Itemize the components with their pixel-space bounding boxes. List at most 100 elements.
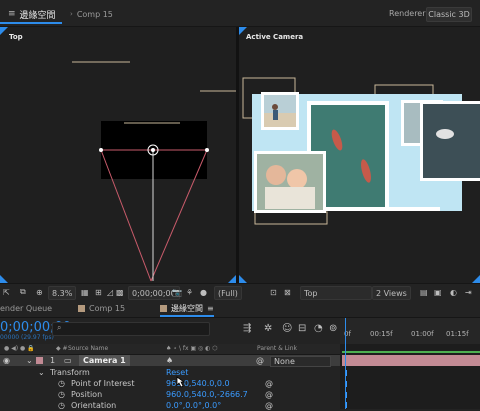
property-label: Point of Interest (71, 379, 135, 388)
top-view-canvas (0, 27, 236, 283)
current-time-indicator[interactable] (345, 318, 346, 409)
property-row-position[interactable]: ◷ Position 960.0,540.0,-2666.7 @ (0, 389, 340, 400)
3d-view-icon[interactable]: ⊠ (284, 286, 291, 298)
parent-select[interactable]: None (270, 356, 331, 367)
grid-guides-icon[interactable]: ▦ (81, 286, 89, 298)
property-value[interactable]: 960.0,540.0,-2666.7 (166, 389, 248, 400)
comp-color-swatch (160, 305, 167, 312)
menu-icon[interactable]: ≡ (8, 9, 16, 19)
viewer-corner-marker (228, 275, 236, 283)
visibility-eye-icon[interactable]: ◉ (3, 355, 10, 366)
property-value[interactable]: 0.0°,0.0°,0.0° (166, 400, 221, 411)
always-preview-icon[interactable]: ⇱ (3, 286, 10, 298)
shy-layers-icon[interactable]: ☺ (282, 323, 292, 334)
source-name-header[interactable]: Source Name (68, 345, 108, 352)
frustum-corner-handle (205, 148, 209, 152)
tab-active-comp[interactable]: ≡ 邊緣空間 (0, 6, 62, 24)
layout-icon[interactable]: ▤ (420, 286, 428, 298)
show-snapshot-icon[interactable]: ⚘ (186, 286, 193, 298)
3d-view-select[interactable]: Top (300, 286, 372, 300)
expression-pick-whip-icon[interactable]: @ (265, 378, 273, 389)
tab-render-queue-label: ender Queue (0, 304, 53, 313)
expression-pick-whip-icon[interactable]: @ (265, 400, 273, 411)
pick-whip-icon[interactable]: @ (256, 355, 264, 366)
frame-blending-icon[interactable]: ⊟ (298, 323, 306, 334)
comp-color-swatch (78, 305, 85, 312)
layer-number: 1 (50, 356, 56, 365)
graph-editor-icon[interactable]: ⊚ (329, 323, 337, 334)
viewer-corner-marker (472, 275, 480, 283)
vr-goggles-icon[interactable]: ⧉ (20, 286, 26, 298)
ruler-tick: 00:15f (370, 330, 393, 338)
property-row-orientation[interactable]: ◷ Orientation 0.0°,0.0°,0.0° @ (0, 400, 340, 411)
viewer-corner-marker (239, 275, 247, 283)
property-row-point-of-interest[interactable]: ◷ Point of Interest 960.0,540.0,0.0 @ (0, 378, 340, 389)
ruler-tick: 01:00f (411, 330, 434, 338)
stopwatch-icon[interactable]: ◷ (58, 400, 65, 411)
tab-timeline-comp15-label: Comp 15 (89, 304, 126, 313)
renderer-select[interactable]: Classic 3D (426, 7, 472, 22)
views-layout-select[interactable]: 2 Views (372, 286, 411, 300)
work-area-bar[interactable] (342, 351, 480, 353)
layer-outline (254, 211, 328, 225)
expression-pick-whip-icon[interactable]: @ (265, 389, 273, 400)
tab-active-comp-label: 邊緣空間 (19, 10, 56, 21)
layer-name[interactable]: Camera 1 (79, 355, 130, 366)
chevron-down-icon[interactable]: ⌄ (26, 355, 33, 366)
tab-timeline-active-comp[interactable]: 邊緣空間 ≡ (160, 302, 214, 317)
menu-icon[interactable]: ≡ (207, 304, 214, 313)
viewer-corner-marker (239, 27, 247, 35)
tab-comp15-label: Comp 15 (76, 9, 113, 19)
zoom-in-icon[interactable]: ⊕ (36, 286, 43, 298)
chevron-down-icon[interactable]: ⌄ (38, 367, 45, 378)
layer-row-camera[interactable]: ◉ ⌄ 1 ▭ Camera 1 ♠ @ None (0, 355, 340, 367)
tab-timeline-active-comp-label: 邊緣空間 (171, 304, 203, 313)
toggle-pixel-icon[interactable]: ▣ (434, 286, 442, 298)
layer-columns-header: ● ◀) ● 🔒 ◆ # Source Name ♠ ⋆ \ fx ▣ ◎ ◐ … (0, 344, 340, 355)
transparency-grid-icon[interactable]: ▩ (116, 286, 124, 298)
composition-mini-flowchart-icon[interactable]: ⇶ (243, 323, 251, 334)
frame-rate: 00000 (29.97 fps) (0, 334, 54, 341)
reset-exposure-icon[interactable]: ◐ (450, 286, 457, 298)
timeline-tab-bar: ender Queue Comp 15 邊緣空間 ≡ (0, 300, 480, 318)
parent-link-header[interactable]: Parent & Link (257, 345, 297, 352)
color-channel-icon[interactable]: ● (200, 286, 207, 298)
tab-timeline-comp15[interactable]: Comp 15 (78, 302, 125, 315)
active-camera-viewer[interactable]: Active Camera (239, 27, 480, 283)
viewer-corner-marker (0, 275, 8, 283)
fast-preview-icon[interactable]: ⊡ (270, 286, 277, 298)
camera-layer-icon: ▭ (64, 356, 72, 365)
resolution-select[interactable]: (Full) (214, 286, 242, 300)
layer-search-input[interactable]: ⌕ (52, 322, 210, 336)
mask-visibility-icon[interactable]: ⊞ (95, 286, 102, 298)
stopwatch-icon[interactable]: ◷ (58, 378, 65, 389)
tab-render-queue[interactable]: ender Queue (0, 302, 52, 315)
property-label: Position (71, 390, 103, 399)
transform-label: Transform (50, 368, 90, 377)
av-features-icon[interactable]: ● ◀) ● 🔒 (4, 345, 35, 352)
snapshot-camera-icon[interactable]: 📷 (172, 286, 182, 298)
label-color-swatch[interactable] (36, 357, 43, 364)
stopwatch-icon[interactable]: ◷ (58, 389, 65, 400)
region-of-interest-icon[interactable]: ◿ (107, 286, 113, 298)
draft-3d-icon[interactable]: ✲ (264, 323, 272, 334)
timeline-track-area[interactable] (340, 344, 480, 409)
active-camera-canvas (239, 27, 480, 283)
label-column-icon: ◆ # (56, 345, 68, 352)
switches-header-icon: ♠ ⋆ \ fx ▣ ◎ ◐ ⬡ (166, 345, 218, 352)
adjust-exposure-icon[interactable]: ⇥ (465, 286, 472, 298)
tab-comp15[interactable]: › Comp 15 (70, 6, 113, 22)
chevron-right-icon: › (70, 10, 73, 18)
top-view-viewer[interactable]: Top (0, 27, 236, 283)
search-icon: ⌕ (57, 323, 62, 332)
mouse-cursor-icon (176, 376, 186, 388)
frustum-corner-handle (99, 148, 103, 152)
renderer-label: Renderer: (389, 9, 429, 18)
zoom-select[interactable]: 8.3% (48, 286, 77, 300)
property-label: Orientation (71, 401, 117, 410)
layer-duration-bar[interactable] (342, 355, 480, 366)
viewer-toolbar: ⇱ ⧉ ⊕ 8.3% ▦ ⊞ ◿ ▩ 0;00;00;00 📷 ⚘ ● (Ful… (0, 283, 480, 301)
shy-switch-icon[interactable]: ♠ (166, 355, 173, 366)
layer-row-transform[interactable]: ⌄ Transform Reset (0, 367, 340, 378)
motion-blur-icon[interactable]: ◔ (314, 323, 323, 334)
